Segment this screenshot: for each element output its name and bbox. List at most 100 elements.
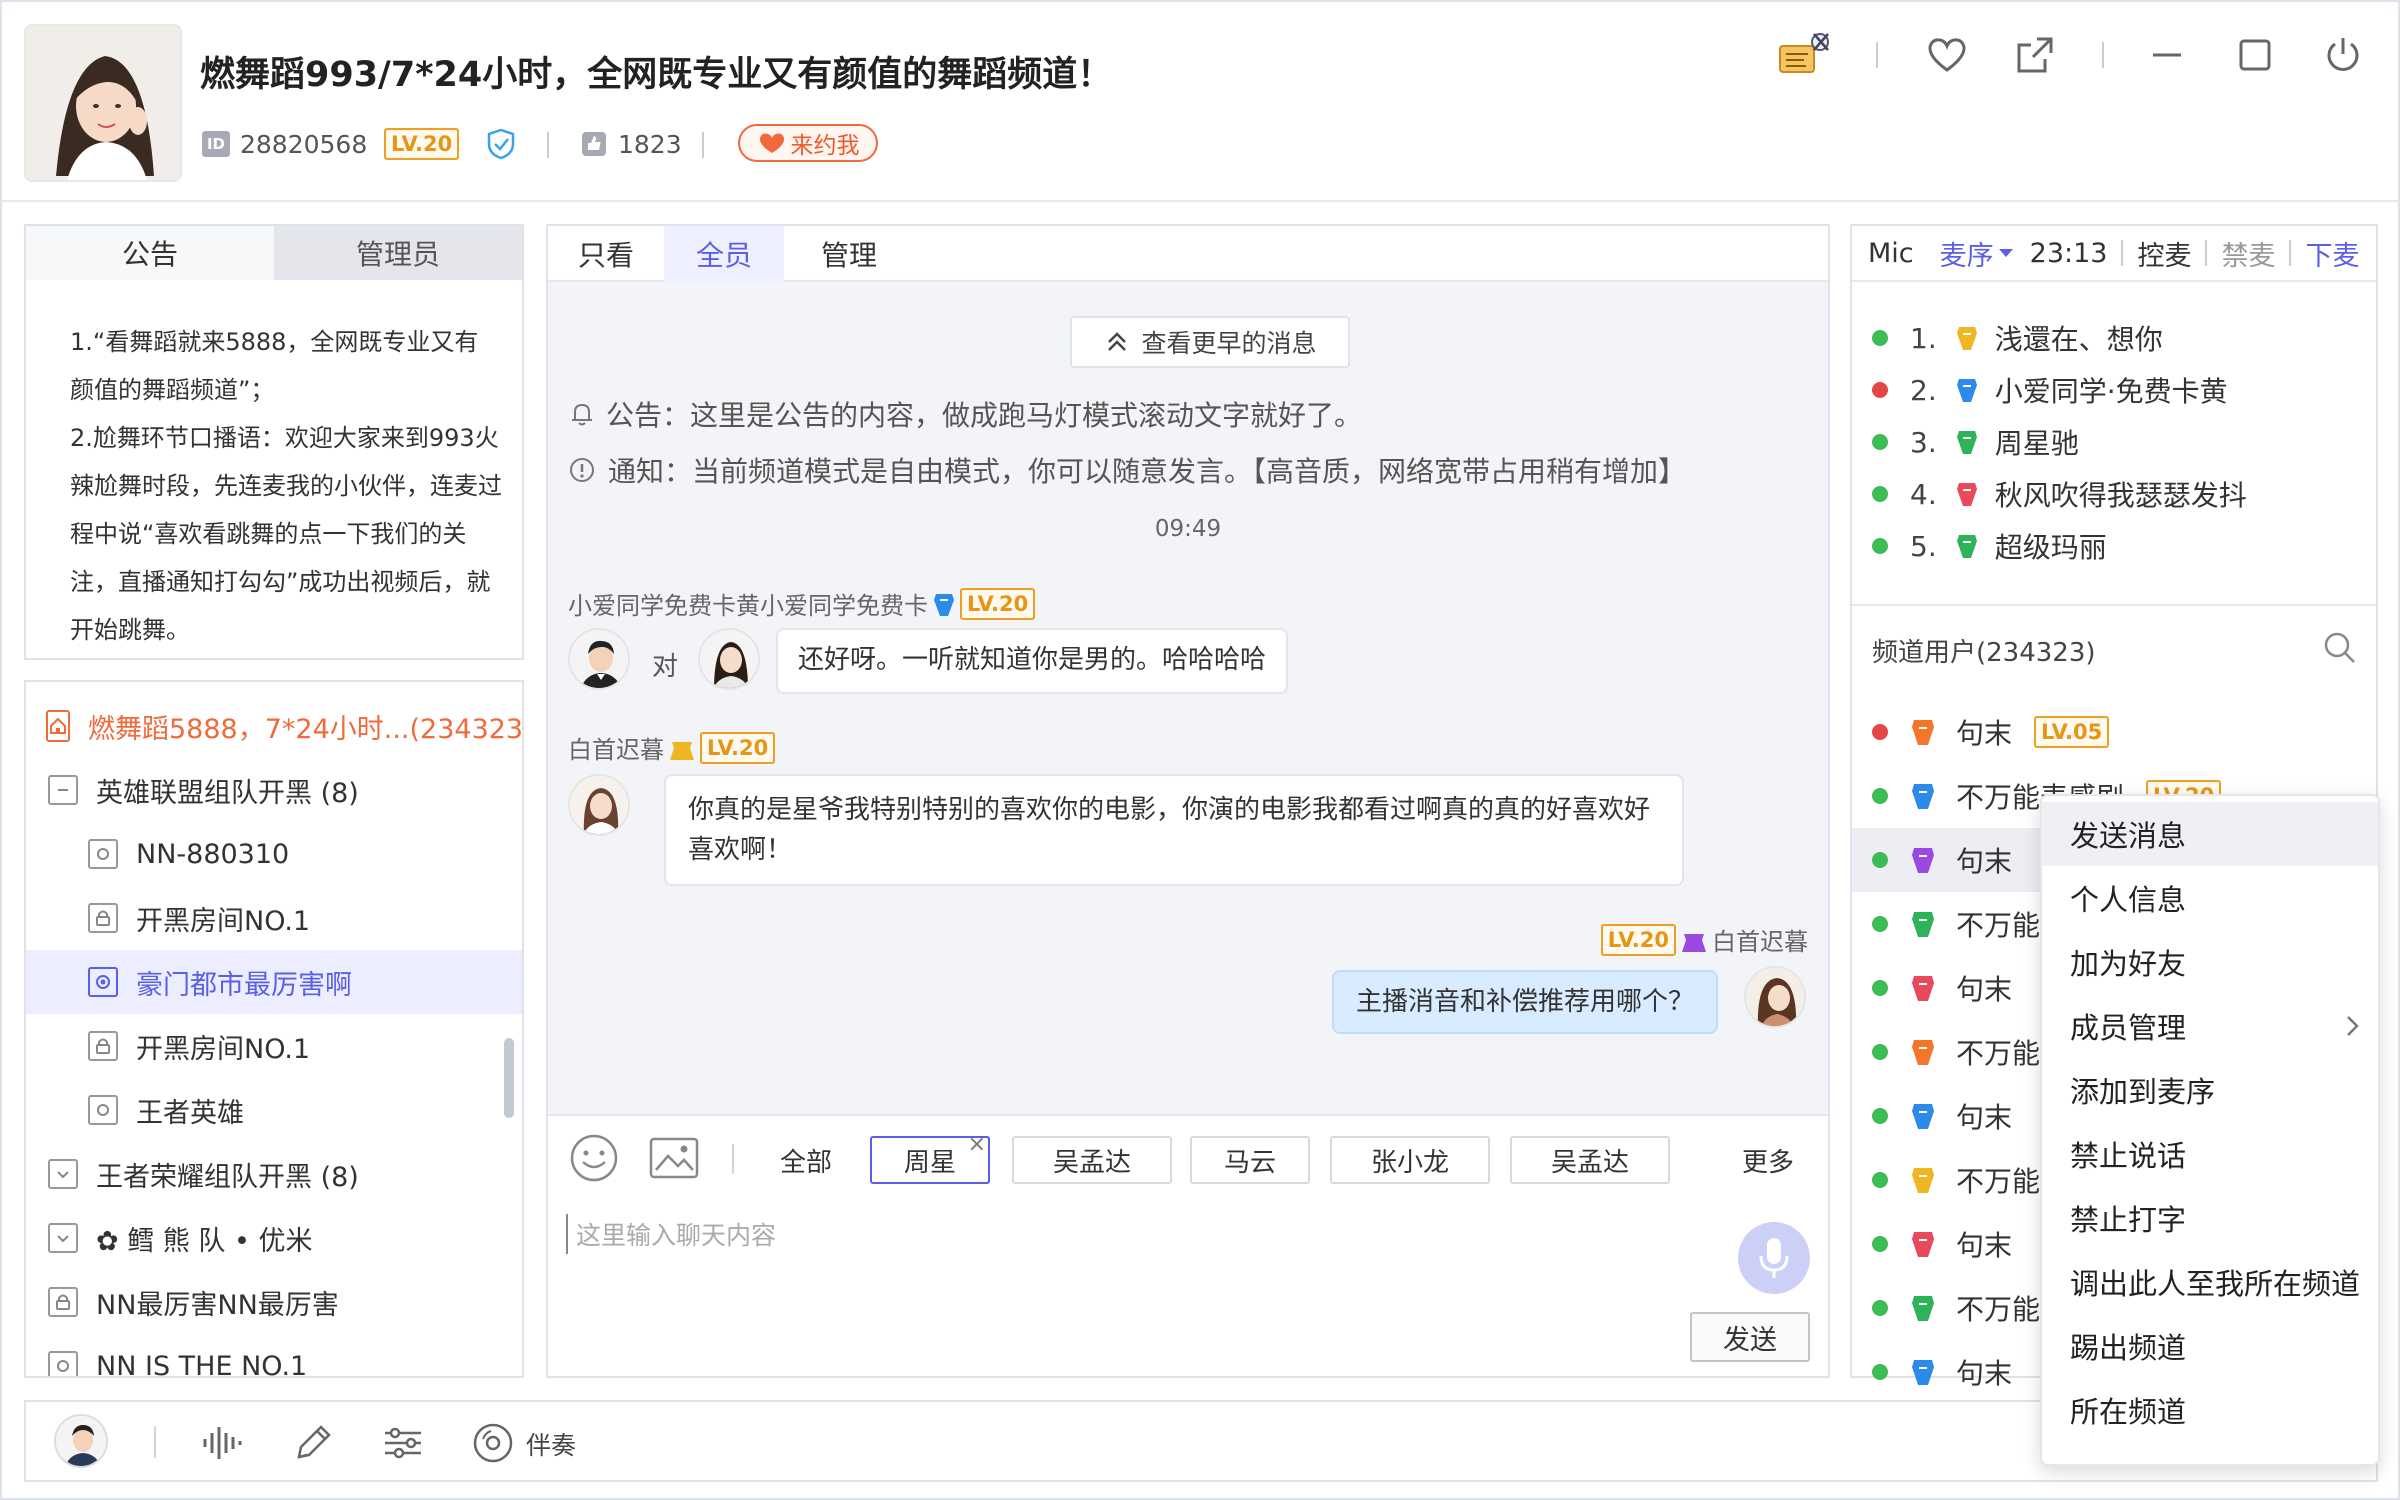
expand-icon[interactable] (48, 1223, 78, 1253)
ban-mic-button[interactable]: 禁麦 (2221, 234, 2275, 273)
tree-room[interactable]: NN最厉害NN最厉害 (26, 1270, 522, 1334)
favorite-icon[interactable] (1922, 30, 1972, 80)
message-bubble: 你真的是星爷我特别特别的喜欢你的电影，你演的电影我都看过啊真的真的好喜欢好 喜欢… (664, 774, 1684, 886)
notice-panel: 公告 管理员 1.“看舞蹈就来5888，全网既专业又有 颜值的舞蹈频道”； 2.… (24, 224, 524, 660)
maximize-icon[interactable] (2230, 30, 2280, 80)
channel-user-item[interactable]: 句末 LV.05 (1852, 700, 2376, 764)
tree-room-active[interactable]: 豪门都市最厉害啊 (26, 950, 522, 1014)
tab-all[interactable]: 全员 (664, 226, 784, 282)
channel-user-name: 不万能 (1956, 1165, 2041, 1198)
tree-scrollbar[interactable] (504, 1038, 514, 1118)
mention-chip[interactable]: 马云 (1190, 1136, 1310, 1184)
notice-line: 注，直播通知打勾勾”成功出视频后，就 (70, 568, 491, 596)
tree-room[interactable]: NN IS THE NO.1 (26, 1334, 522, 1376)
sender-name: 白首迟暮 (568, 736, 664, 764)
context-menu-item[interactable]: 调出此人至我所在频道 (2042, 1250, 2378, 1314)
tree-room[interactable]: 王者英雄 (26, 1078, 522, 1142)
crown-badge-icon (1682, 933, 1706, 952)
expand-icon[interactable] (48, 1159, 78, 1189)
vip-badge-icon (1912, 1296, 1934, 1321)
context-menu-label: 禁止打字 (2070, 1203, 2187, 1237)
chat-input[interactable]: 这里输入聊天内容 (566, 1214, 1646, 1254)
thumb-icon (582, 132, 606, 156)
search-icon[interactable] (2322, 630, 2358, 666)
tree-room[interactable]: 开黑房间NO.1 (26, 886, 522, 950)
level-badge: LV.20 (700, 731, 776, 764)
self-avatar[interactable] (1744, 966, 1806, 1028)
status-dot (1872, 1300, 1888, 1316)
send-button[interactable]: 发送 (1690, 1312, 1810, 1362)
tree-group[interactable]: 英雄联盟组队开黑 (8) (26, 758, 522, 822)
load-earlier-button[interactable]: 查看更早的消息 (1070, 316, 1350, 368)
chat-panel: 只看 全员 管理 查看更早的消息 公告：这里是公告的内容，做成跑马灯模式滚动文字… (546, 224, 1830, 1378)
channel-user-name: 句末 (1956, 1101, 2013, 1134)
sender-avatar[interactable] (568, 628, 630, 690)
tree-room[interactable]: NN-880310 (26, 822, 522, 886)
channel-level: LV.20 (384, 126, 460, 162)
image-icon[interactable] (648, 1134, 700, 1182)
mic-queue-item[interactable]: 4. 秋风吹得我瑟瑟发抖 (1872, 472, 2247, 516)
tab-admins[interactable]: 管理员 (274, 226, 522, 280)
control-mic-button[interactable]: 控麦 (2137, 234, 2191, 273)
context-menu-item[interactable]: 踢出频道 (2042, 1314, 2378, 1378)
tree-group[interactable]: ✿ 鳕 熊 队 • 优米 (26, 1206, 522, 1270)
context-menu-item[interactable]: 加为好友 (2042, 930, 2378, 994)
date-me-button[interactable]: 来约我 (738, 124, 878, 162)
voice-input-button[interactable] (1738, 1222, 1810, 1294)
mention-more[interactable]: 更多 (1728, 1136, 1808, 1184)
mic-queue-item[interactable]: 2. 小爱同学·免费卡黄 (1872, 368, 2228, 412)
tab-notice[interactable]: 公告 (26, 226, 274, 280)
mention-chip[interactable]: 吴孟达 (1012, 1136, 1172, 1184)
channel-avatar[interactable] (24, 24, 182, 182)
tree-group-label: 英雄联盟组队开黑 (8) (96, 777, 359, 809)
pen-icon[interactable] (288, 1418, 338, 1468)
settings-sliders-icon[interactable] (378, 1418, 428, 1468)
recipient-avatar[interactable] (698, 628, 760, 690)
audio-wave-icon[interactable] (198, 1418, 248, 1468)
mention-chip-selected[interactable]: 周星 × (870, 1132, 990, 1184)
mic-queue-item[interactable]: 3. 周星驰 (1872, 420, 2079, 464)
mic-order-dropdown[interactable]: 麦序 (1940, 234, 1994, 273)
accompaniment-icon[interactable] (468, 1418, 518, 1468)
leave-mic-button[interactable]: 下麦 (2305, 234, 2359, 273)
mic-queue-item[interactable]: 1. 浅還在、想你 (1872, 316, 2163, 360)
tree-room[interactable]: 开黑房间NO.1 (26, 1014, 522, 1078)
context-menu-item[interactable]: 个人信息 (2042, 866, 2378, 930)
chip-close-icon[interactable]: × (968, 1132, 986, 1157)
context-menu-item[interactable]: 添加到麦序 (2042, 1058, 2378, 1122)
share-icon[interactable] (2010, 30, 2060, 80)
my-avatar[interactable] (54, 1414, 108, 1468)
tree-group-label: ✿ 鳕 熊 队 • 优米 (96, 1225, 313, 1257)
tab-only[interactable]: 只看 (548, 226, 664, 282)
collapse-icon[interactable] (48, 775, 78, 805)
mention-all[interactable]: 全部 (756, 1136, 856, 1184)
tab-manage[interactable]: 管理 (784, 226, 914, 282)
minimize-icon[interactable] (2142, 30, 2192, 80)
context-menu-item[interactable]: 发送消息 (2042, 802, 2378, 866)
caret-down-icon[interactable] (1998, 248, 2014, 258)
emoji-icon[interactable] (568, 1132, 620, 1184)
mention-chip[interactable]: 吴孟达 (1510, 1136, 1670, 1184)
vip-badge-icon (1956, 379, 1977, 402)
chevron-right-icon (2347, 1016, 2359, 1036)
message-line: 喜欢啊！ (688, 835, 793, 865)
accompaniment-label[interactable]: 伴奏 (526, 1426, 576, 1462)
channel-user-name: 句末 (1956, 845, 2013, 878)
theme-icon[interactable] (1774, 28, 1836, 82)
context-menu-item[interactable]: 所在频道 (2042, 1378, 2378, 1442)
vip-badge-icon (1912, 1232, 1934, 1257)
level-badge: LV.20 (384, 128, 460, 160)
vip-badge-icon (1912, 1360, 1934, 1385)
tree-group[interactable]: 王者荣耀组队开黑 (8) (26, 1142, 522, 1206)
tree-root[interactable]: 燃舞蹈5888，7*24小时...(234323) (26, 694, 522, 758)
power-icon[interactable] (2318, 30, 2368, 80)
context-menu-item[interactable]: 禁止打字 (2042, 1186, 2378, 1250)
sender-avatar[interactable] (568, 774, 630, 836)
message-bubble: 还好呀。一听就知道你是男的。哈哈哈哈 (776, 628, 1289, 694)
fans-value: 1823 (618, 129, 682, 159)
room-icon (88, 839, 118, 869)
context-menu-item[interactable]: 成员管理 (2042, 994, 2378, 1058)
mention-chip[interactable]: 张小龙 (1330, 1136, 1490, 1184)
mic-queue-item[interactable]: 5. 超级玛丽 (1872, 524, 2107, 568)
context-menu-item[interactable]: 禁止说话 (2042, 1122, 2378, 1186)
